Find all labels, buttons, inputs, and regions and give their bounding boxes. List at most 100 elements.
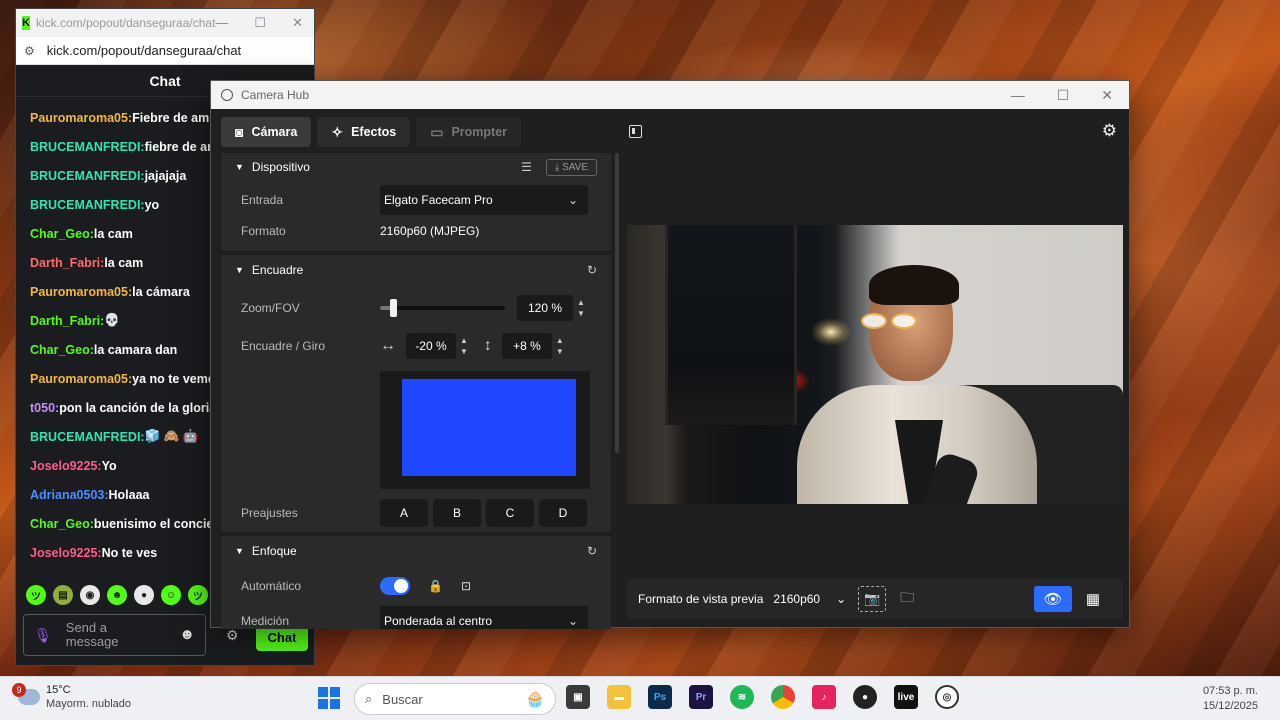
pan-v-field[interactable]: +8 % xyxy=(501,333,552,359)
framing-preview[interactable] xyxy=(380,371,590,489)
settings-gear-icon[interactable]: ⚙ xyxy=(1102,121,1117,141)
chrome-icon[interactable] xyxy=(771,685,795,709)
lock-icon[interactable]: 🔒 xyxy=(428,579,443,593)
chat-username[interactable]: BRUCEMANFREDI: xyxy=(30,198,145,212)
windows-start-icon[interactable] xyxy=(318,687,340,709)
emote-icon[interactable]: ☻ xyxy=(107,585,127,605)
chat-username[interactable]: Pauromaroma05: xyxy=(30,111,132,125)
grid-icon: ▦ xyxy=(1085,591,1101,608)
focus-target-icon[interactable]: ⊡ xyxy=(461,579,471,593)
emoji-picker-icon[interactable]: ☻ xyxy=(179,627,195,642)
preset-c-button[interactable]: C xyxy=(486,499,534,527)
chat-username[interactable]: Joselo9225: xyxy=(30,459,102,473)
framing-rectangle[interactable] xyxy=(402,379,576,476)
collapse-panel-icon[interactable] xyxy=(629,125,642,138)
zoom-slider[interactable] xyxy=(380,299,505,317)
pan-h-field[interactable]: -20 % xyxy=(406,333,456,359)
reset-icon[interactable]: ↻ xyxy=(587,544,597,558)
close-icon[interactable]: ✕ xyxy=(1101,87,1113,104)
tiktok-icon[interactable]: ♪ xyxy=(812,685,836,709)
live-studio-icon[interactable]: live xyxy=(894,685,918,709)
microphone-icon[interactable]: 🎙 xyxy=(34,628,52,642)
zoom-value-field[interactable]: 120 % xyxy=(517,295,573,321)
emote-icon[interactable]: ツ xyxy=(26,585,46,605)
settings-panel: ▼ Dispositivo ☰ ⤓ SAVE Entrada Elgato Fa… xyxy=(221,153,611,629)
zoom-stepper[interactable]: ▲ ▼ xyxy=(577,297,585,319)
spotify-icon[interactable]: ≋ xyxy=(730,685,754,709)
folder-app-icon[interactable]: ▬ xyxy=(607,685,631,709)
file-explorer-taskview-icon[interactable]: ▣ xyxy=(566,685,590,709)
preset-b-button[interactable]: B xyxy=(433,499,481,527)
chat-username[interactable]: Char_Geo: xyxy=(30,343,94,357)
preset-a-button[interactable]: A xyxy=(380,499,428,527)
weather-widget[interactable]: 9 15°C Mayorm. nublado xyxy=(12,683,131,711)
tab-prompter[interactable]: ▭ Prompter xyxy=(416,117,522,147)
emote-icon[interactable]: ◉ xyxy=(80,585,100,605)
chat-message-input[interactable]: 🎙 Send a message ☻ xyxy=(23,614,206,656)
chat-username[interactable]: Char_Geo: xyxy=(30,227,94,241)
preset-d-button[interactable]: D xyxy=(539,499,587,527)
save-button[interactable]: ⤓ SAVE xyxy=(545,158,597,176)
premiere-icon[interactable]: Pr xyxy=(689,685,713,709)
minimize-icon[interactable]: — xyxy=(1011,87,1025,104)
hub-titlebar[interactable]: Camera Hub — ☐ ✕ xyxy=(211,81,1129,109)
kick-titlebar[interactable]: K kick.com/popout/danseguraa/chat — ☐ ✕ xyxy=(16,9,314,37)
preview-eye-button[interactable]: 👁 xyxy=(1034,586,1072,612)
emote-icon[interactable]: ツ xyxy=(188,585,208,605)
video-person xyxy=(797,265,1057,504)
chat-username[interactable]: Darth_Fabri: xyxy=(30,256,104,270)
adjust-sliders-icon[interactable]: ☰ xyxy=(521,160,532,174)
reset-icon[interactable]: ↻ xyxy=(587,263,597,277)
pan-v-stepper[interactable]: ▲ ▼ xyxy=(556,335,564,357)
section-header-dispositivo[interactable]: ▼ Dispositivo ☰ ⤓ SAVE xyxy=(221,153,611,181)
photoshop-icon[interactable]: Ps xyxy=(648,685,672,709)
folder-icon[interactable]: 🗀 xyxy=(900,587,914,611)
chat-message-text: jajajaja xyxy=(144,168,187,183)
zoom-slider-thumb[interactable] xyxy=(389,299,397,317)
maximize-icon[interactable]: ☐ xyxy=(254,15,266,31)
emote-icon[interactable]: ▤ xyxy=(53,585,73,605)
obs-icon[interactable]: ● xyxy=(853,685,877,709)
minimize-icon[interactable]: — xyxy=(215,15,228,31)
chat-username[interactable]: Char_Geo: xyxy=(30,517,94,531)
medicion-dropdown[interactable]: Ponderada al centro ⌄ xyxy=(380,606,588,629)
system-clock[interactable]: 07:53 p. m. 15/12/2025 xyxy=(1203,684,1258,714)
tab-efectos[interactable]: ✧ Efectos xyxy=(317,117,411,147)
chat-settings-icon[interactable]: ⚙ xyxy=(226,627,239,644)
preview-format-select[interactable]: 2160p60 ⌄ xyxy=(773,592,846,606)
pan-h-stepper[interactable]: ▲ ▼ xyxy=(460,335,468,357)
section-header-encuadre[interactable]: ▼ Encuadre ↻ xyxy=(221,255,611,285)
chat-username[interactable]: t050: xyxy=(30,401,59,415)
taskbar-search[interactable]: ⌕ Buscar 🧁 xyxy=(354,683,556,715)
hub-tabs: ◙ Cámara ✧ Efectos ▭ Prompter xyxy=(221,117,522,147)
section-title: Encuadre xyxy=(251,263,304,277)
chat-username[interactable]: Joselo9225: xyxy=(30,546,102,560)
chat-message-text: la cam xyxy=(104,255,144,270)
close-icon[interactable]: ✕ xyxy=(292,15,303,31)
chat-username[interactable]: BRUCEMANFREDI: xyxy=(30,140,145,154)
chat-username[interactable]: Pauromaroma05: xyxy=(30,372,132,386)
magic-wand-icon: ✧ xyxy=(331,123,344,140)
chat-username[interactable]: Adriana0503: xyxy=(30,488,109,502)
site-settings-icon[interactable]: ⚙ xyxy=(24,44,35,58)
camera-hub-taskbar-icon[interactable]: ◎ xyxy=(935,685,959,709)
emote-icon[interactable]: ☺ xyxy=(161,585,181,605)
maximize-icon[interactable]: ☐ xyxy=(1057,87,1070,104)
emote-icon[interactable]: ● xyxy=(134,585,154,605)
chat-username[interactable]: Pauromaroma05: xyxy=(30,285,132,299)
panel-scrollbar[interactable] xyxy=(615,153,619,453)
entrada-dropdown[interactable]: Elgato Facecam Pro ⌄ xyxy=(380,185,588,215)
camera-hub-app-icon xyxy=(221,89,233,101)
collapse-triangle-icon: ▼ xyxy=(235,265,244,275)
grid-overlay-button[interactable]: ▦ xyxy=(1074,586,1112,612)
chat-username[interactable]: Darth_Fabri: xyxy=(30,314,104,328)
address-bar[interactable]: ⚙ kick.com/popout/danseguraa/chat xyxy=(16,37,314,65)
autofocus-toggle[interactable] xyxy=(380,577,410,595)
zoom-label: Zoom/FOV xyxy=(241,301,300,315)
snapshot-camera-icon[interactable]: 📷 xyxy=(858,586,887,612)
chat-username[interactable]: BRUCEMANFREDI: xyxy=(30,430,145,444)
chat-username[interactable]: BRUCEMANFREDI: xyxy=(30,169,145,183)
section-header-enfoque[interactable]: ▼ Enfoque ↻ xyxy=(221,536,611,566)
giro-label: Encuadre / Giro xyxy=(241,339,326,353)
tab-camara[interactable]: ◙ Cámara xyxy=(221,117,312,147)
